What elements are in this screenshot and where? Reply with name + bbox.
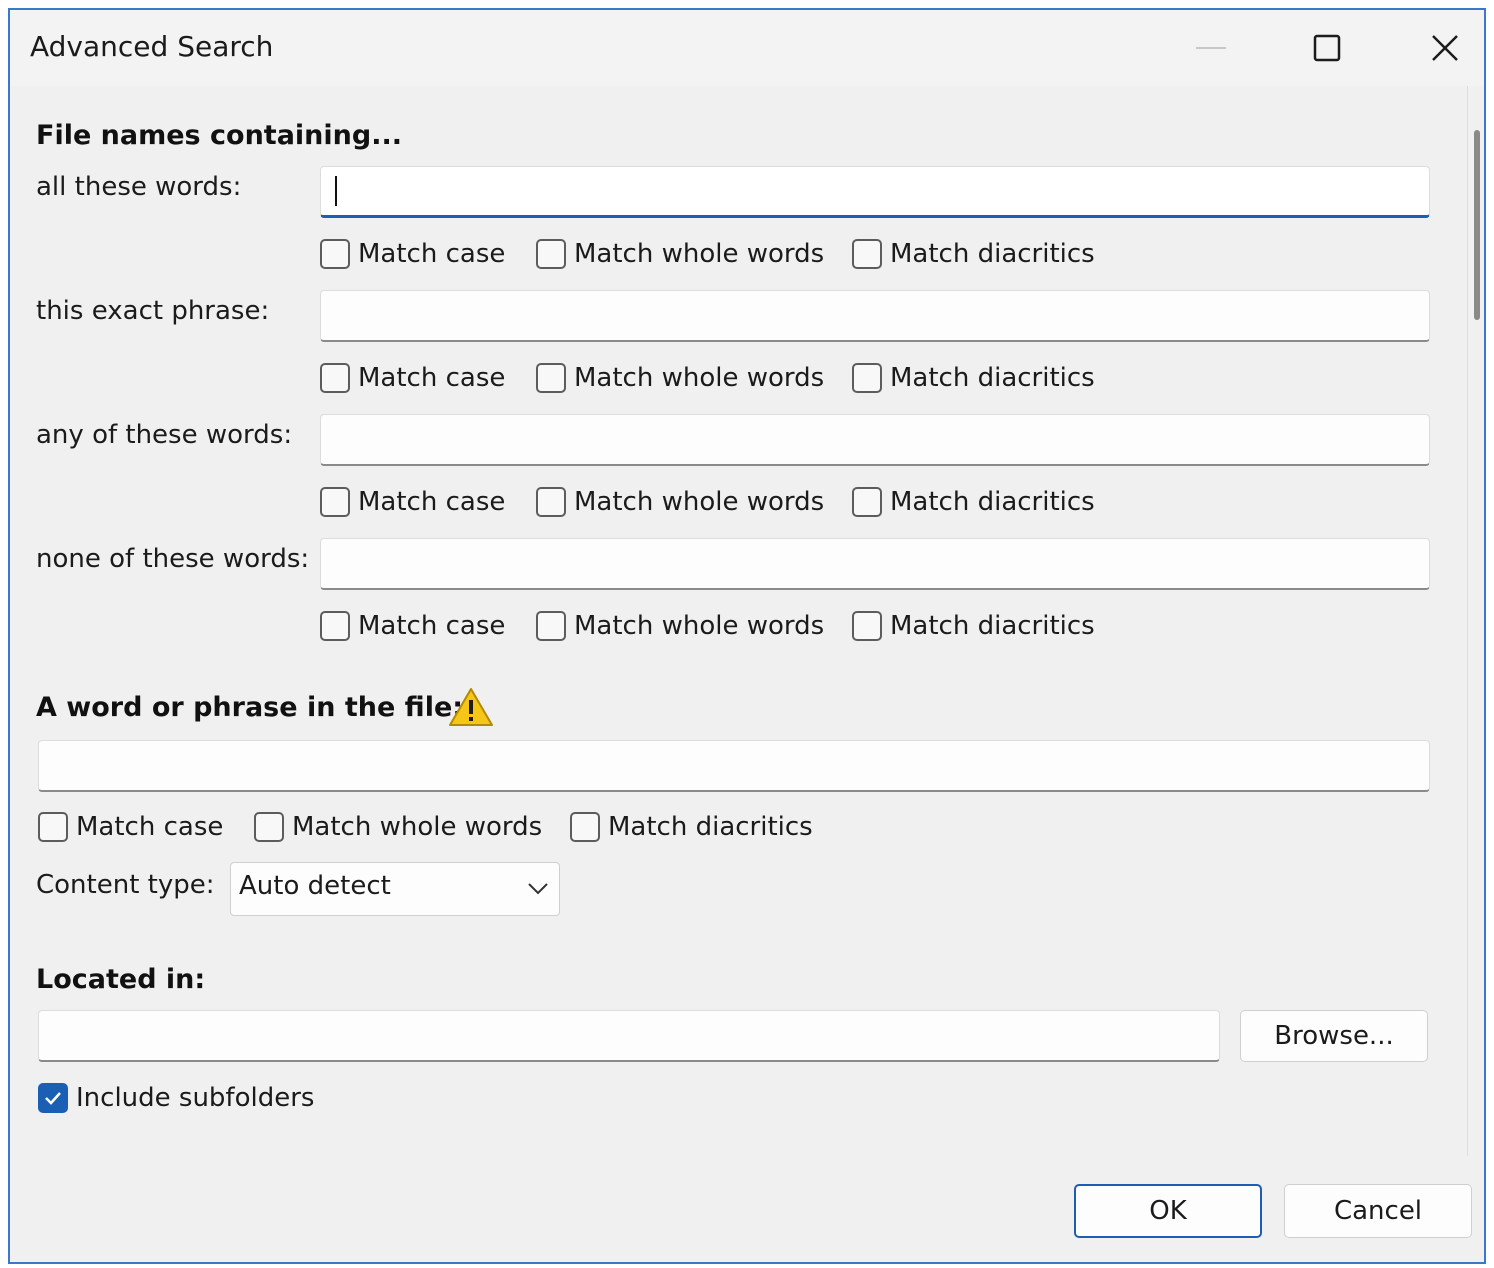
checkbox-box xyxy=(852,611,882,641)
checkbox-box xyxy=(320,363,350,393)
title-bar: Advanced Search xyxy=(10,10,1484,86)
checkbox-label: Match diacritics xyxy=(608,812,813,842)
checkbox-box xyxy=(320,487,350,517)
all-words-match-diacritics-checkbox[interactable]: Match diacritics xyxy=(852,234,1095,274)
any-words-match-case-checkbox[interactable]: Match case xyxy=(320,482,505,522)
all-words-label: all these words: xyxy=(36,172,242,202)
any-words-match-diacritics-checkbox[interactable]: Match diacritics xyxy=(852,482,1095,522)
filenames-heading: File names containing... xyxy=(36,120,402,151)
all-words-input[interactable] xyxy=(320,166,1430,218)
checkbox-box xyxy=(536,363,566,393)
checkbox-box xyxy=(852,487,882,517)
checkbox-label: Match whole words xyxy=(574,363,825,393)
checkbox-box xyxy=(38,812,68,842)
checkbox-label: Match case xyxy=(358,239,506,269)
checkbox-box xyxy=(570,812,600,842)
minimize-button[interactable] xyxy=(1166,18,1256,78)
checkbox-label: Match whole words xyxy=(292,812,543,842)
checkbox-label: Match diacritics xyxy=(890,487,1095,517)
content-match-whole-words-checkbox[interactable]: Match whole words xyxy=(254,807,542,847)
content-type-select[interactable]: Auto detect xyxy=(230,862,560,916)
checkbox-label: Match case xyxy=(76,812,224,842)
any-words-label: any of these words: xyxy=(36,420,293,450)
content-phrase-input[interactable] xyxy=(38,740,1430,792)
exact-phrase-input[interactable] xyxy=(320,290,1430,342)
cancel-button[interactable]: Cancel xyxy=(1284,1184,1472,1238)
close-icon xyxy=(1432,35,1458,61)
checkmark-icon xyxy=(45,1092,61,1105)
warning-icon xyxy=(449,688,493,726)
checkbox-label: Match whole words xyxy=(574,487,825,517)
scrollbar-track[interactable] xyxy=(1467,86,1468,1156)
location-heading: Located in: xyxy=(36,964,206,995)
checkbox-box xyxy=(320,239,350,269)
all-words-match-whole-words-checkbox[interactable]: Match whole words xyxy=(536,234,824,274)
ok-button[interactable]: OK xyxy=(1074,1184,1262,1238)
text-caret xyxy=(335,176,337,206)
checkbox-label: Match diacritics xyxy=(890,239,1095,269)
checkbox-box xyxy=(536,611,566,641)
checkbox-box xyxy=(536,487,566,517)
browse-button[interactable]: Browse... xyxy=(1240,1010,1428,1062)
chevron-down-icon xyxy=(528,883,548,895)
content-type-value: Auto detect xyxy=(239,871,391,901)
checkbox-label: Match case xyxy=(358,611,506,641)
checkbox-label: Match case xyxy=(358,363,506,393)
checkbox-box xyxy=(38,1083,68,1113)
exact-phrase-label: this exact phrase: xyxy=(36,296,270,326)
content-type-label: Content type: xyxy=(36,870,215,900)
exact-phrase-match-diacritics-checkbox[interactable]: Match diacritics xyxy=(852,358,1095,398)
location-input[interactable] xyxy=(38,1010,1220,1062)
advanced-search-dialog: Advanced Search File names containing...… xyxy=(8,8,1486,1264)
none-words-match-whole-words-checkbox[interactable]: Match whole words xyxy=(536,606,824,646)
exact-phrase-match-case-checkbox[interactable]: Match case xyxy=(320,358,505,398)
checkbox-label: Match case xyxy=(358,487,506,517)
none-words-match-case-checkbox[interactable]: Match case xyxy=(320,606,505,646)
checkbox-label: Match whole words xyxy=(574,611,825,641)
minimize-icon xyxy=(1196,47,1226,49)
none-words-match-diacritics-checkbox[interactable]: Match diacritics xyxy=(852,606,1095,646)
any-words-match-whole-words-checkbox[interactable]: Match whole words xyxy=(536,482,824,522)
content-match-case-checkbox[interactable]: Match case xyxy=(38,807,223,847)
checkbox-label: Include subfolders xyxy=(76,1083,315,1113)
scrollbar-thumb[interactable] xyxy=(1474,130,1480,320)
any-words-input[interactable] xyxy=(320,414,1430,466)
maximize-icon xyxy=(1313,34,1341,62)
content-heading: A word or phrase in the file: xyxy=(36,692,464,723)
checkbox-box xyxy=(852,363,882,393)
checkbox-box xyxy=(536,239,566,269)
checkbox-label: Match diacritics xyxy=(890,611,1095,641)
window-title: Advanced Search xyxy=(30,30,274,63)
none-words-label: none of these words: xyxy=(36,544,310,574)
all-words-match-case-checkbox[interactable]: Match case xyxy=(320,234,505,274)
include-subfolders-checkbox[interactable]: Include subfolders xyxy=(38,1078,314,1118)
close-button[interactable] xyxy=(1400,18,1484,78)
checkbox-box xyxy=(254,812,284,842)
checkbox-label: Match diacritics xyxy=(890,363,1095,393)
checkbox-box xyxy=(320,611,350,641)
checkbox-box xyxy=(852,239,882,269)
content-match-diacritics-checkbox[interactable]: Match diacritics xyxy=(570,807,813,847)
maximize-button[interactable] xyxy=(1282,18,1372,78)
exact-phrase-match-whole-words-checkbox[interactable]: Match whole words xyxy=(536,358,824,398)
none-words-input[interactable] xyxy=(320,538,1430,590)
checkbox-label: Match whole words xyxy=(574,239,825,269)
